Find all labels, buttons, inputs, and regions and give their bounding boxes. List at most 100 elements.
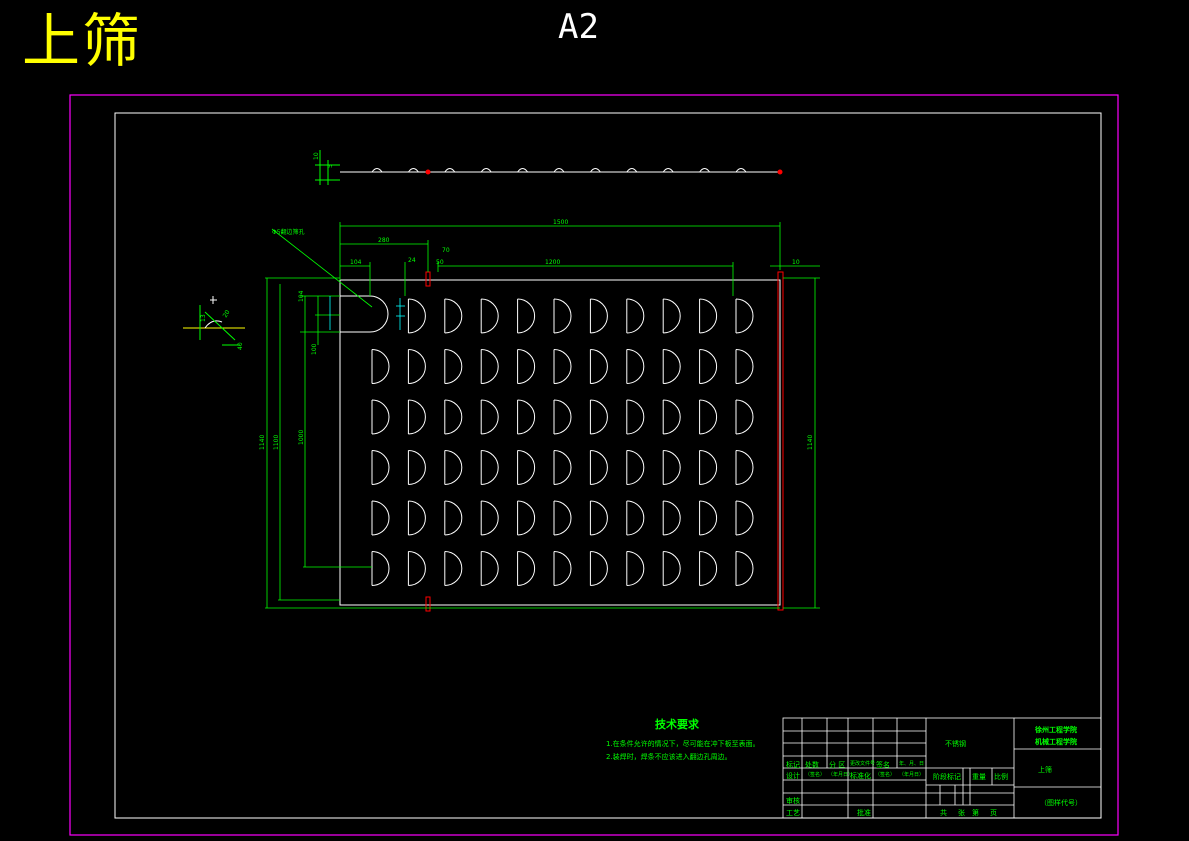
sieve-hole: [699, 450, 718, 485]
detail-view: 20 13 40: [183, 296, 245, 350]
side-louver: [407, 168, 419, 173]
sieve-hole: [699, 349, 718, 384]
tb-drawing-code: （图样代号）: [1040, 799, 1082, 807]
sieve-hole: [517, 500, 536, 536]
sieve-hole: [553, 500, 572, 536]
dim-edge-tab: 70: [442, 247, 450, 254]
sieve-hole: [735, 349, 754, 384]
tb-count: 处数: [805, 761, 819, 769]
sieve-hole: [444, 399, 463, 435]
sieve-hole: [481, 298, 499, 334]
sieve-hole: [553, 450, 572, 485]
sieve-hole: [735, 399, 754, 435]
detail-dim-d: 13: [200, 314, 207, 322]
sieve-hole: [699, 551, 718, 586]
sieve-hole: [553, 399, 572, 435]
tb-signature: （签名）: [805, 772, 826, 778]
tb-page: 第: [972, 809, 979, 817]
dim-first-hole: 104: [350, 259, 362, 266]
tb-scale: 比例: [994, 773, 1008, 781]
side-dim-a: 10: [313, 152, 320, 160]
sieve-hole: [590, 551, 608, 586]
side-louver: [371, 168, 383, 173]
tb-date3: （年月日）: [899, 772, 925, 778]
sieve-hole: [408, 500, 426, 536]
sieve-hole: [408, 450, 426, 485]
dim-height-right: 1140: [807, 435, 814, 450]
sieve-hole: [590, 399, 608, 435]
tb-stage-mark: 阶段标记: [933, 773, 961, 781]
sieve-hole: [663, 551, 681, 586]
inner-drawing-border: [114, 112, 1102, 819]
sieve-hole: [408, 349, 426, 384]
sieve-hole: [517, 551, 536, 586]
sieve-hole: [481, 551, 499, 586]
sieve-hole: [444, 349, 463, 384]
sieve-hole: [371, 450, 390, 485]
sieve-hole: [481, 399, 499, 435]
tb-material: 不锈钢: [945, 740, 966, 748]
side-louver: [553, 168, 565, 173]
side-louver: [480, 168, 492, 173]
side-louver: [699, 168, 711, 173]
tb-zone: 分 区: [829, 761, 846, 769]
sieve-hole: [553, 298, 572, 334]
side-view: 10 5: [313, 150, 783, 185]
sieve-hole: [663, 298, 681, 334]
dim-overall-length: 1500: [553, 219, 568, 226]
callout-label: Φ5翻边筛孔: [272, 228, 305, 236]
sieve-hole: [735, 298, 754, 334]
detail-dim-e: 40: [237, 342, 244, 350]
outer-sheet-frame: [69, 94, 1119, 836]
sieve-hole: [371, 349, 390, 384]
tb-mark: 标记: [786, 761, 800, 769]
sieve-hole: [663, 349, 681, 384]
sieve-hole: [553, 551, 572, 586]
tb-change-doc: 更改文件号: [850, 761, 876, 767]
sieve-hole: [626, 450, 645, 485]
tb-process: 工艺: [786, 809, 800, 817]
tb-date: 年、月、日: [899, 761, 925, 767]
sieve-hole: [663, 399, 681, 435]
tb-weight: 重量: [972, 773, 986, 781]
dim-hole-height: 104: [298, 290, 305, 302]
sieve-hole: [408, 298, 426, 334]
sieve-hole: [590, 500, 608, 536]
sieve-hole: [590, 298, 608, 334]
dim-hole-span: 1200: [545, 259, 560, 266]
dim-left-offset: 280: [378, 237, 390, 244]
sieve-hole: [444, 500, 463, 536]
dimension-texts: 1500 280 70 104 24 50 1200 10 1140 1100 …: [259, 219, 814, 450]
sieve-hole: [735, 551, 754, 586]
tb-review: 审核: [786, 797, 800, 805]
sieve-hole: [408, 399, 426, 435]
sieve-hole: [590, 450, 608, 485]
tb-sign: 签名: [876, 761, 890, 769]
sieve-hole: [481, 500, 499, 536]
tech-requirement-2: 2.装焊时，焊条不应该进入翻边孔周边。: [606, 753, 732, 761]
tb-drawing-name: 上筛: [1038, 766, 1052, 774]
side-louver: [662, 168, 674, 173]
sieve-hole: [735, 450, 754, 485]
sieve-hole: [626, 399, 645, 435]
sieve-hole: [444, 551, 463, 586]
tb-school-line1: 徐州工程学院: [1035, 726, 1077, 734]
dim-left-gap: 24: [408, 257, 416, 264]
dim-height-holes: 1000: [298, 430, 305, 445]
sieve-hole: [626, 551, 645, 586]
sieve-hole: [553, 349, 572, 384]
sieve-hole: [517, 298, 536, 334]
dim-right-tab: 10: [792, 259, 800, 266]
sieve-hole: [626, 298, 645, 334]
dim-hole-offset: 100: [311, 343, 318, 355]
dim-height-inner: 1100: [273, 435, 280, 450]
sieve-hole: [735, 500, 754, 536]
sieve-hole: [626, 349, 645, 384]
sieve-hole: [699, 298, 718, 334]
sieve-hole: [444, 450, 463, 485]
dim-height-outer: 1140: [259, 435, 266, 450]
sieve-hole: [517, 399, 536, 435]
sieve-hole: [371, 399, 390, 435]
engineering-drawing: 10 5 20 13 40 1500 280 70 104 24 50 1200…: [69, 94, 1119, 836]
sieve-hole: [663, 500, 681, 536]
